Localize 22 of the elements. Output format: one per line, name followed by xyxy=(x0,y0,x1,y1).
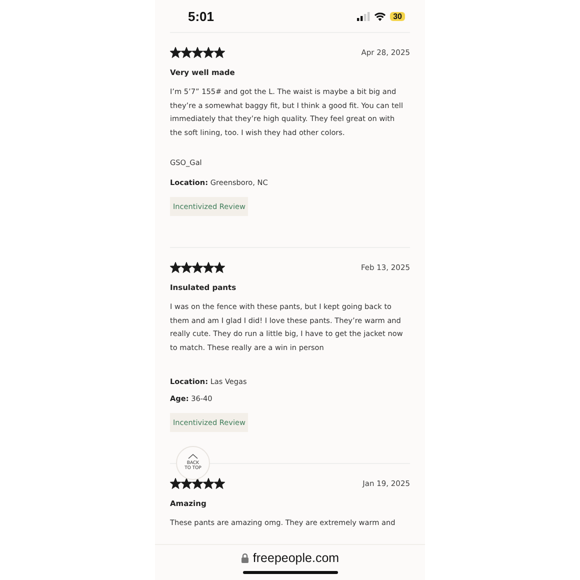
star-icon xyxy=(203,262,214,273)
star-icon xyxy=(192,47,203,58)
lock-icon xyxy=(240,553,249,563)
star-icon xyxy=(170,262,181,273)
star-icon xyxy=(192,262,203,273)
signal-icon xyxy=(357,12,370,20)
star-icon xyxy=(170,478,181,489)
status-time: 5:01 xyxy=(188,8,214,24)
star-icon xyxy=(181,262,192,273)
wifi-icon xyxy=(374,12,386,20)
star-icon xyxy=(214,478,225,489)
star-icon xyxy=(203,478,214,489)
star-icon xyxy=(181,478,192,489)
chevron-up-icon xyxy=(188,454,198,460)
star-icon xyxy=(214,262,225,273)
address-url[interactable]: freepeople.com xyxy=(252,551,340,565)
star-icon xyxy=(203,47,214,58)
battery-level: 30 xyxy=(390,12,405,20)
star-icon xyxy=(170,47,181,58)
star-icon xyxy=(192,478,203,489)
star-icon xyxy=(214,47,225,58)
star-icon xyxy=(181,47,192,58)
